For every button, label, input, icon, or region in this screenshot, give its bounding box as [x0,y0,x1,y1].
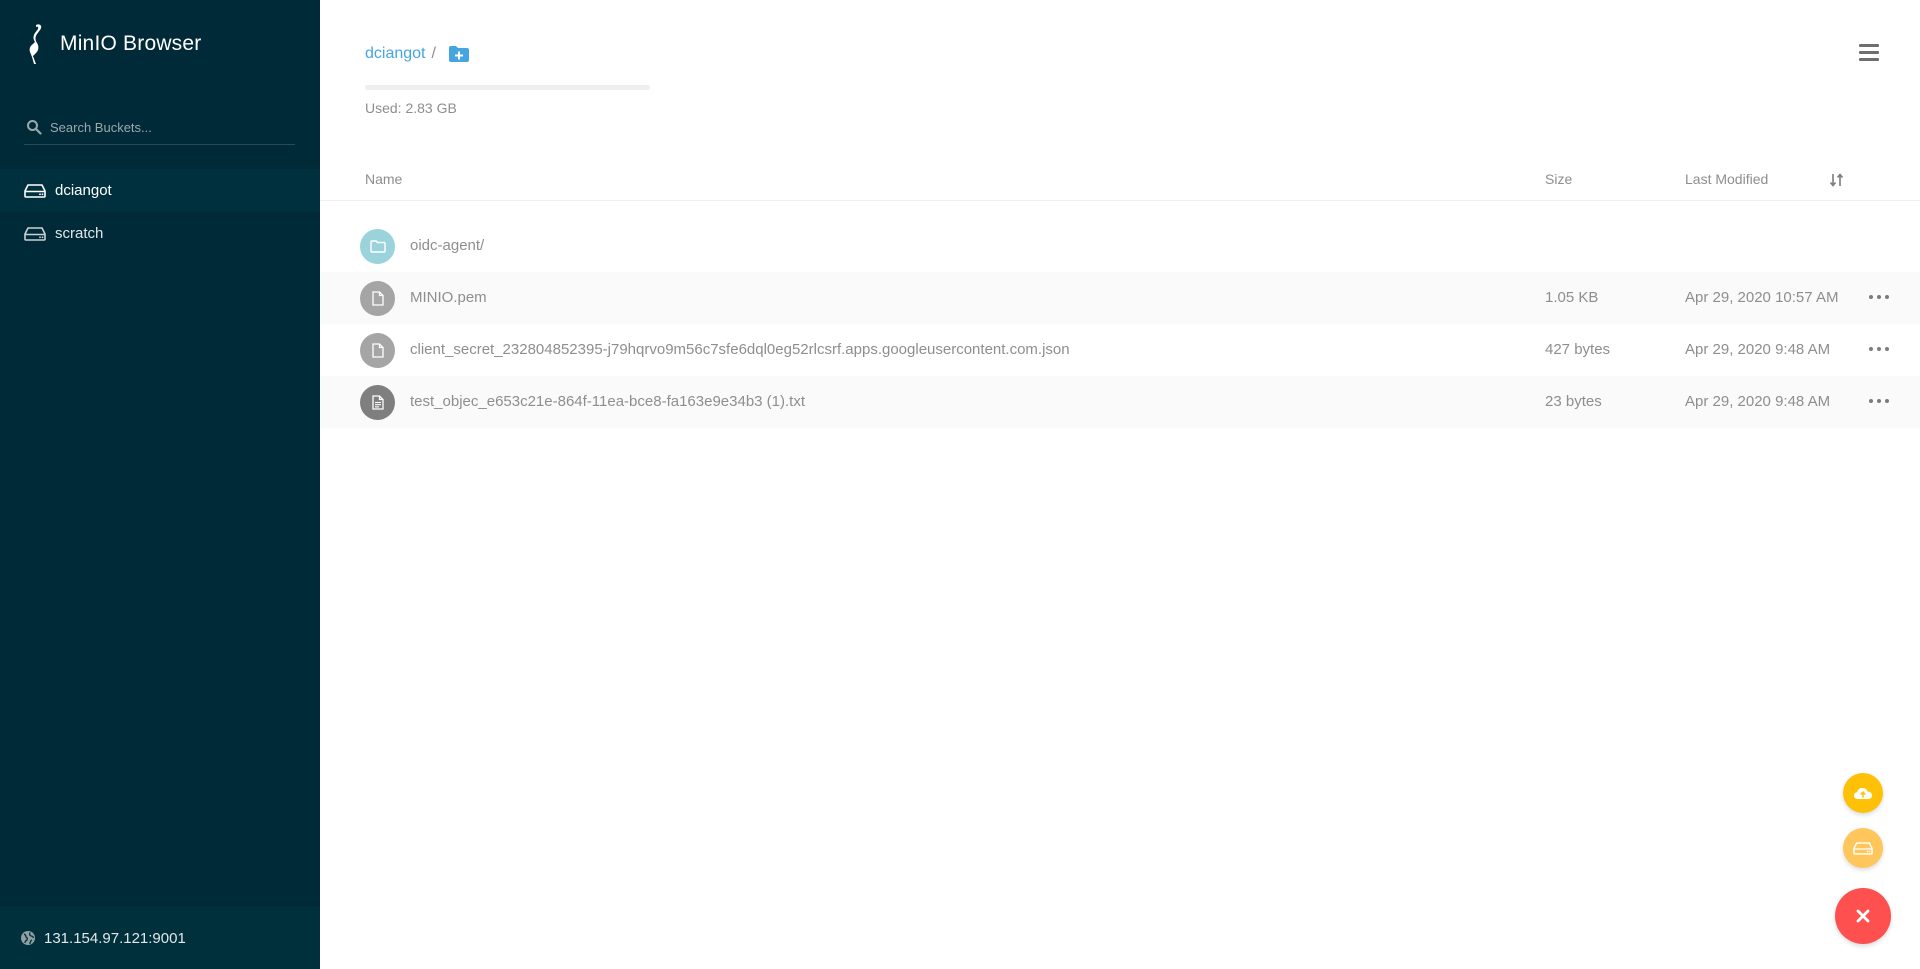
breadcrumb: dciangot / [365,45,470,63]
minio-browser-app: MinIO Browser dciangot [0,0,1920,969]
file-icon [360,281,395,316]
breadcrumb-bucket-link[interactable]: dciangot [365,45,426,63]
ellipsis-icon[interactable] [1869,393,1889,409]
object-size: 427 bytes [1545,341,1611,358]
sort-icon[interactable] [1829,172,1845,188]
object-name[interactable]: oidc-agent/ [410,237,484,254]
search-icon [27,120,42,135]
table-header: Name Size Last Modified [320,160,1920,201]
column-header-name[interactable]: Name [365,171,402,187]
table-row[interactable]: client_secret_232804852395-j79hqrvo9m56c… [320,324,1920,376]
column-header-last-modified[interactable]: Last Modified [1685,171,1768,187]
main-content: dciangot / Used: 2.83 GB Name Size Last … [320,0,1920,969]
host-info: 131.154.97.121:9001 [0,907,320,969]
object-last-modified: Apr 29, 2020 9:48 AM [1685,341,1831,358]
sidebar-item-scratch[interactable]: scratch [0,212,320,255]
close-actions-button[interactable] [1835,888,1891,944]
hard-drive-icon [24,183,46,198]
file-text-icon [360,385,395,420]
search-buckets-input[interactable] [50,119,280,135]
sidebar-item-dciangot[interactable]: dciangot [0,169,320,212]
object-last-modified: Apr 29, 2020 10:57 AM [1685,289,1839,306]
file-icon [360,333,395,368]
hamburger-menu-icon[interactable] [1859,44,1879,62]
minio-bird-icon [29,24,42,64]
bucket-list: dciangot scratch [0,169,320,255]
column-header-size[interactable]: Size [1545,171,1572,187]
bucket-search [24,110,295,145]
upload-file-button[interactable] [1843,773,1883,813]
close-icon [1856,909,1870,923]
usage-progress-bar [365,85,650,90]
object-name[interactable]: MINIO.pem [410,289,487,306]
usage-text: Used: 2.83 GB [365,100,457,116]
object-name[interactable]: test_objec_e653c21e-864f-11ea-bce8-fa163… [410,393,805,410]
object-size: 23 bytes [1545,393,1602,410]
create-bucket-button[interactable] [1843,828,1883,868]
table-row[interactable]: oidc-agent/ [320,220,1920,272]
folder-icon [360,229,395,264]
sidebar: MinIO Browser dciangot [0,0,320,969]
object-name[interactable]: client_secret_232804852395-j79hqrvo9m56c… [410,341,1070,358]
breadcrumb-separator: / [431,45,436,62]
folder-plus-icon[interactable] [448,45,470,63]
host-address: 131.154.97.121:9001 [44,929,186,947]
ellipsis-icon[interactable] [1869,341,1889,357]
cloud-upload-icon [1854,788,1872,799]
sidebar-item-label: dciangot [55,182,112,199]
object-last-modified: Apr 29, 2020 9:48 AM [1685,393,1831,410]
table-row[interactable]: MINIO.pem 1.05 KB Apr 29, 2020 10:57 AM [320,272,1920,324]
globe-icon [21,931,35,945]
app-logo: MinIO Browser [24,22,201,66]
app-title: MinIO Browser [60,32,202,55]
object-size: 1.05 KB [1545,289,1599,306]
sidebar-item-label: scratch [55,225,104,242]
table-row[interactable]: test_objec_e653c21e-864f-11ea-bce8-fa163… [320,376,1920,428]
object-list: oidc-agent/ MINIO.pem 1.05 KB Apr 29, 20… [320,220,1920,428]
ellipsis-icon[interactable] [1869,289,1889,305]
hard-drive-icon [1853,841,1873,855]
hard-drive-icon [24,226,46,241]
